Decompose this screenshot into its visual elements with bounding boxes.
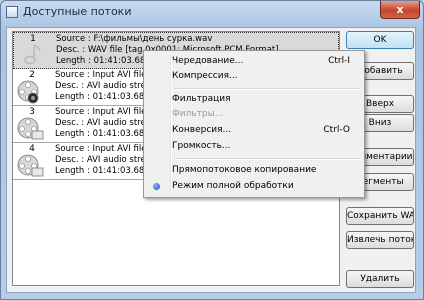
menu-item-label: Фильтры...: [172, 109, 224, 119]
menu-item-filters: Фильтры...: [146, 107, 362, 122]
ok-button[interactable]: OK: [346, 31, 414, 49]
menu-item-label: Фильтрация: [172, 94, 231, 104]
menu-item-compression[interactable]: Компрессия...: [146, 69, 362, 84]
save-wav-button[interactable]: Сохранить WAV: [346, 207, 414, 225]
film-reel-icon: [17, 80, 39, 104]
app-icon: [6, 6, 18, 18]
menu-item-label: Прямопотоковое копирование: [172, 165, 317, 175]
extract-stream-button[interactable]: Извлечь поток: [346, 231, 414, 249]
menu-item-label: Конверсия...: [172, 125, 232, 135]
film-reel-icon: [17, 154, 44, 177]
menu-item-full-processing[interactable]: Режим полной обработки: [146, 179, 362, 194]
context-menu: Чередование... Ctrl-I Компрессия... Филь…: [143, 50, 365, 198]
window-title: Доступные потоки: [23, 5, 132, 18]
film-reel-icon: [17, 117, 44, 140]
menu-item-label: Компрессия...: [172, 71, 238, 81]
radio-checked-icon: [153, 183, 160, 190]
stream-source: Source : F:\фильмы\день сурка.wav: [56, 34, 213, 44]
menu-item-interleave[interactable]: Чередование... Ctrl-I: [146, 54, 362, 69]
audio-stream-icon: [24, 44, 41, 65]
menu-item-direct-copy[interactable]: Прямопотоковое копирование: [146, 163, 362, 178]
menu-separator: [174, 158, 360, 160]
menu-item-conversion[interactable]: Конверсия... Ctrl-O: [146, 123, 362, 138]
menu-separator: [174, 88, 360, 90]
menu-item-volume[interactable]: Громкость...: [146, 139, 362, 154]
menu-item-label: Громкость...: [172, 141, 231, 151]
menu-item-shortcut: Ctrl-I: [328, 56, 350, 66]
menu-item-label: Чередование...: [172, 56, 244, 66]
close-button[interactable]: x: [380, 1, 420, 19]
menu-item-filtering[interactable]: Фильтрация: [146, 92, 362, 107]
delete-button[interactable]: Удалить: [346, 270, 414, 288]
menu-item-label: Режим полной обработки: [172, 181, 294, 191]
title-bar[interactable]: Доступные потоки x: [1, 1, 423, 23]
menu-item-shortcut: Ctrl-O: [323, 125, 350, 135]
